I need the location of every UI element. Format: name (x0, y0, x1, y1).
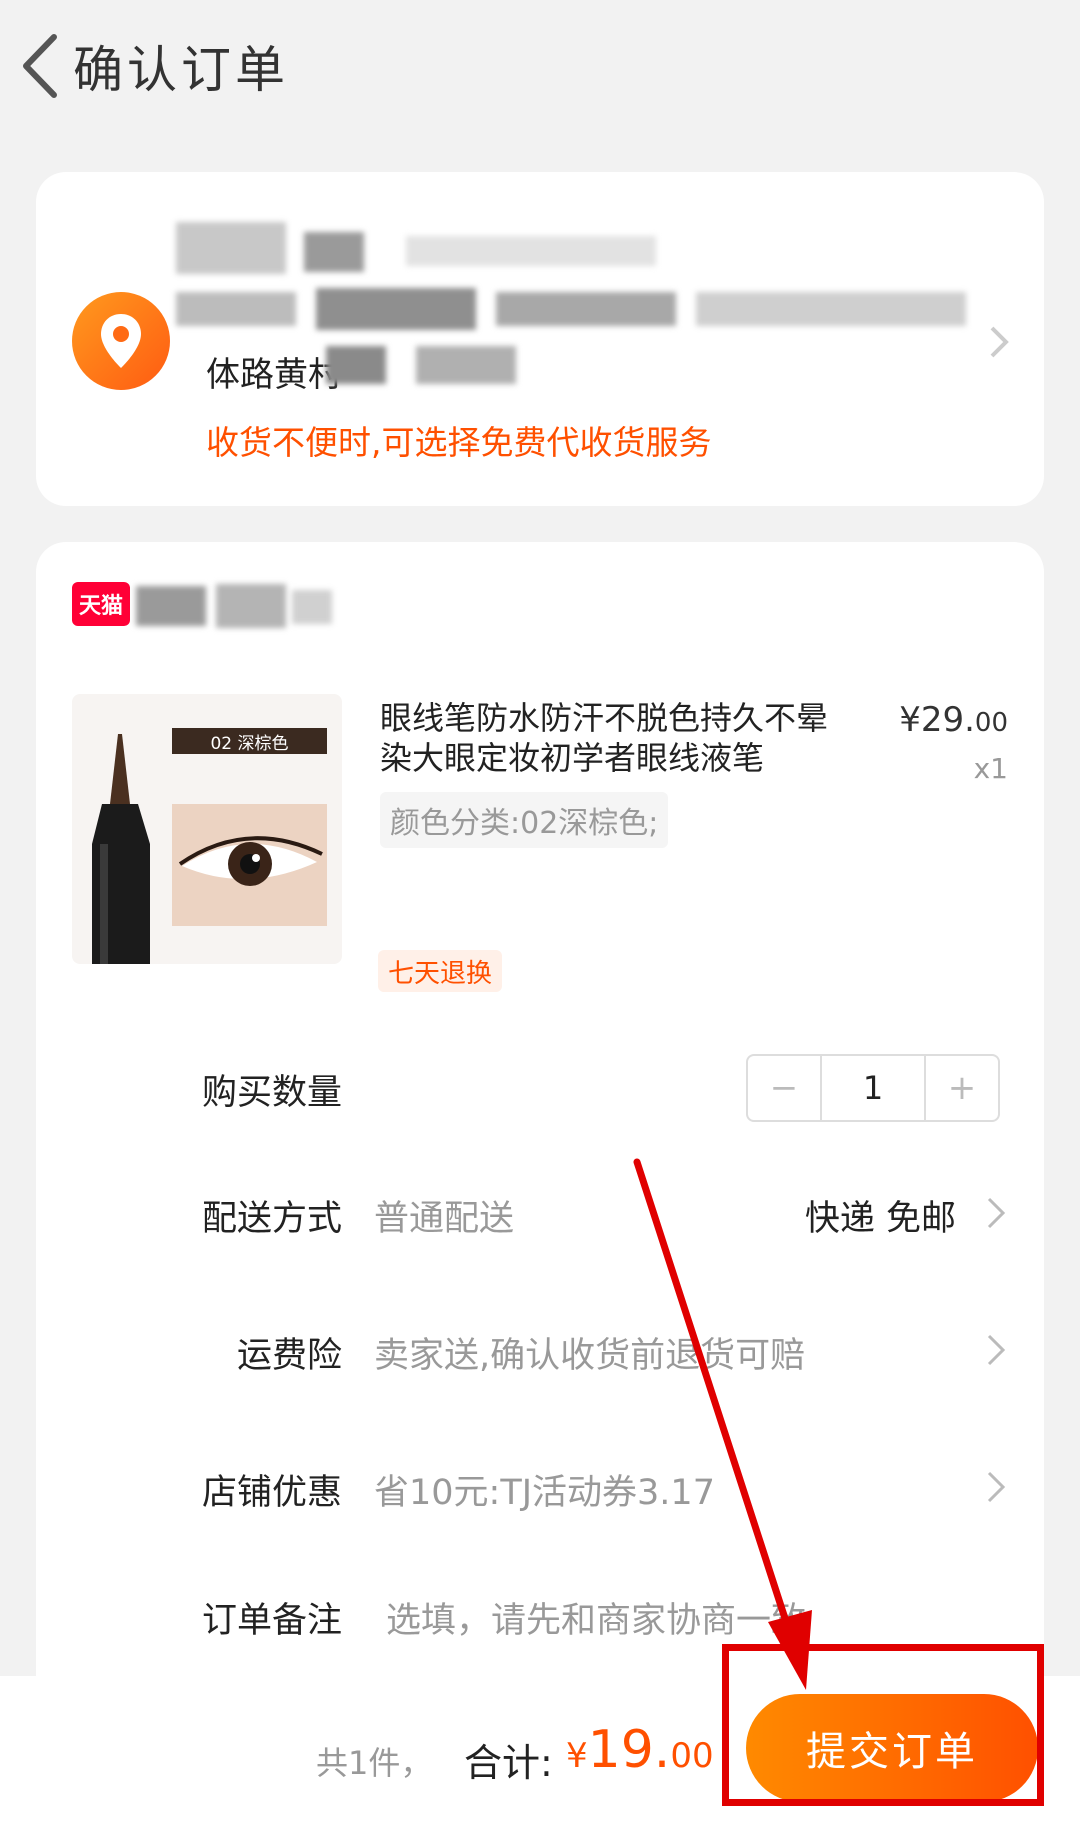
seven-day-return-tag: 七天退换 (378, 950, 503, 992)
quantity-input[interactable]: 1 (820, 1056, 926, 1120)
order-note-input[interactable]: 选填，请先和商家协商一致 (386, 1592, 806, 1643)
eyeliner-pen-image (92, 734, 150, 964)
address-redacted (176, 284, 966, 334)
thumb-label: 02 深棕色 (172, 728, 327, 754)
sku-tag: 颜色分类:02深棕色; (380, 792, 669, 848)
discount-label: 店铺优惠 (201, 1473, 342, 1513)
store-name-redacted[interactable] (136, 580, 336, 630)
note-label: 订单备注 (201, 1601, 342, 1641)
item-count: 共1件， (316, 1744, 433, 1782)
discount-value: 省10元:TJ活动券3.17 (374, 1473, 715, 1513)
total-amount: ¥19.00 (566, 1720, 714, 1780)
chevron-right-icon (987, 1334, 1006, 1366)
delivery-label: 配送方式 (201, 1199, 342, 1239)
chevron-right-icon (987, 1197, 1006, 1229)
annotation-highlight-box (722, 1644, 1044, 1806)
delivery-value: 普通配送 (374, 1199, 515, 1239)
tmall-logo: 天猫 (72, 582, 130, 626)
location-pin-icon (72, 292, 170, 390)
decrease-button[interactable]: − (748, 1056, 820, 1120)
order-card: 天猫 02 深棕色 眼线笔防水防汗不脱色持久不晕染大眼定妆初学者眼线液笔 ¥29… (36, 542, 1044, 1692)
order-note-row: 订单备注 选填，请先和商家协商一致 (36, 1574, 1044, 1654)
address-card[interactable]: 体路黄村 收货不便时,可选择免费代收货服务 (36, 172, 1044, 506)
price-decimal: 00 (974, 708, 1008, 738)
increase-button[interactable]: + (926, 1056, 998, 1120)
quantity-stepper[interactable]: − 1 + (746, 1054, 1000, 1122)
delivery-service-tip[interactable]: 收货不便时,可选择免费代收货服务 (206, 416, 712, 464)
page-title: 确认订单 (73, 41, 289, 99)
product-title[interactable]: 眼线笔防水防汗不脱色持久不晕染大眼定妆初学者眼线液笔 (380, 698, 850, 778)
quantity-label: 购买数量 (201, 1073, 342, 1113)
price-main: ¥29. (899, 700, 975, 740)
chevron-right-icon (987, 1471, 1006, 1503)
product-price: ¥29.00 (899, 700, 1008, 740)
back-button[interactable] (10, 26, 70, 106)
delivery-fee: 快递 免邮 (804, 1199, 956, 1239)
total-decimal: 00 (670, 1736, 714, 1776)
address-line: 体路黄村 (206, 355, 342, 395)
store-discount-row[interactable]: 店铺优惠 省10元:TJ活动券3.17 (36, 1446, 1044, 1526)
recipient-redacted (176, 222, 656, 274)
address-redacted-2 (326, 342, 526, 388)
chevron-right-icon (990, 326, 1009, 358)
header-bar: 确认订单 (0, 0, 1080, 135)
total-main: 19. (587, 1720, 671, 1780)
delivery-row[interactable]: 配送方式 普通配送 快递 免邮 (36, 1172, 1044, 1252)
total-currency: ¥ (566, 1736, 588, 1776)
chevron-left-icon (23, 34, 57, 98)
product-image[interactable]: 02 深棕色 (72, 694, 342, 964)
quantity-row: 购买数量 − 1 + (36, 1046, 1044, 1126)
insurance-value: 卖家送,确认收货前退货可赔 (374, 1336, 806, 1376)
product-quantity: x1 (973, 752, 1008, 785)
insurance-label: 运费险 (236, 1336, 342, 1376)
shipping-insurance-row[interactable]: 运费险 卖家送,确认收货前退货可赔 (36, 1309, 1044, 1389)
eye-photo (172, 804, 327, 926)
total-label: 合计: (464, 1741, 553, 1785)
